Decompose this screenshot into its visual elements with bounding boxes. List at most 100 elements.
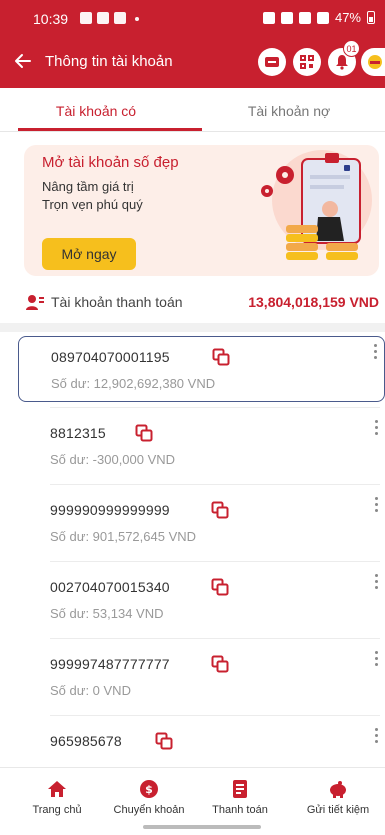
account-row[interactable]: 999990999999999 Số dư: 901,572,645 VND bbox=[18, 490, 385, 556]
account-balance: Số dư: 12,902,692,380 VND bbox=[51, 376, 216, 391]
account-number: 8812315 bbox=[50, 425, 106, 441]
wifi-icon bbox=[298, 11, 311, 24]
account-balance: Số dư: -300,000 VND bbox=[50, 452, 176, 467]
back-arrow-icon[interactable] bbox=[12, 50, 34, 72]
promo-banner[interactable]: Mở tài khoản số đẹp Nâng tầm giá trị Trọ… bbox=[24, 145, 379, 276]
account-balance: Số dư: 901,572,645 VND bbox=[50, 529, 197, 544]
transfer-icon: $ bbox=[140, 780, 158, 798]
mute-icon bbox=[280, 11, 293, 24]
row-divider bbox=[50, 638, 380, 639]
open-now-button[interactable]: Mở ngay bbox=[42, 238, 136, 270]
account-number: 965985678 bbox=[50, 733, 122, 749]
row-divider bbox=[50, 561, 380, 562]
copy-icon[interactable] bbox=[212, 348, 230, 366]
kebab-dot bbox=[374, 420, 378, 423]
promo-line-1: Nâng tầm giá trị bbox=[42, 179, 134, 194]
kebab-dot bbox=[374, 503, 378, 506]
status-time: 10:39 bbox=[33, 11, 69, 27]
account-number: 999990999999999 bbox=[50, 502, 170, 518]
more-options-icon[interactable] bbox=[371, 571, 381, 597]
app-bar: Thông tin tài khoản 01 bbox=[0, 40, 385, 84]
payment-account-icon bbox=[26, 295, 44, 310]
qr-code-icon bbox=[300, 55, 314, 69]
nav-transfer-label: Chuyển khoản bbox=[113, 804, 185, 816]
kebab-dot bbox=[374, 734, 378, 737]
signal-icon bbox=[316, 11, 329, 24]
copy-icon[interactable] bbox=[211, 655, 229, 673]
more-notifications-icon bbox=[135, 17, 139, 21]
kebab-dot bbox=[374, 586, 378, 589]
account-row[interactable]: 002704070015340 Số dư: 53,134 VND bbox=[18, 567, 385, 633]
account-type-tabs: Tài khoản có Tài khoản nợ bbox=[0, 88, 385, 132]
qr-code-button[interactable] bbox=[293, 48, 321, 76]
copy-icon[interactable] bbox=[135, 424, 153, 442]
more-options-icon[interactable] bbox=[371, 417, 381, 443]
account-row[interactable]: 8812315 Số dư: -300,000 VND bbox=[18, 413, 385, 479]
copy-icon[interactable] bbox=[155, 732, 173, 750]
nav-home[interactable]: Trang chủ bbox=[12, 774, 102, 816]
account-row[interactable]: 089704070001195 Số dư: 12,902,692,380 VND bbox=[18, 336, 385, 402]
status-notification-icons bbox=[80, 12, 139, 24]
section-separator bbox=[0, 323, 385, 332]
payment-account-summary: Tài khoản thanh toán 13,804,018,159 VND bbox=[0, 285, 385, 321]
scan-button[interactable] bbox=[258, 48, 286, 76]
tab-credit-accounts[interactable]: Tài khoản có bbox=[0, 88, 192, 132]
tab-debit-accounts[interactable]: Tài khoản nợ bbox=[193, 88, 385, 132]
status-bar: 10:39 47% bbox=[0, 0, 385, 36]
more-options-icon[interactable] bbox=[371, 725, 381, 751]
row-divider bbox=[50, 715, 380, 716]
gallery-notification-icon bbox=[97, 12, 109, 24]
kebab-dot bbox=[374, 663, 378, 666]
battery-icon bbox=[367, 11, 375, 24]
more-options-icon[interactable] bbox=[371, 648, 381, 674]
nav-home-label: Trang chủ bbox=[32, 804, 82, 816]
bill-icon bbox=[233, 780, 247, 798]
kebab-dot bbox=[373, 356, 377, 359]
more-options-icon[interactable] bbox=[370, 341, 380, 367]
system-home-indicator[interactable] bbox=[143, 825, 261, 829]
promo-line-2: Trọn vẹn phú quý bbox=[42, 197, 143, 212]
active-tab-indicator bbox=[18, 128, 202, 131]
notification-count-badge: 01 bbox=[343, 40, 360, 57]
nav-savings-label: Gửi tiết kiệm bbox=[306, 804, 370, 816]
account-balance: Số dư: 0 VND bbox=[50, 683, 131, 698]
kebab-dot bbox=[373, 350, 377, 353]
kebab-dot bbox=[374, 728, 378, 731]
nav-payment[interactable]: Thanh toán bbox=[195, 774, 285, 816]
scan-icon bbox=[265, 57, 279, 67]
svg-text:$: $ bbox=[145, 783, 153, 796]
promo-illustration bbox=[261, 150, 372, 260]
app-notification-icon bbox=[80, 12, 92, 24]
account-number: 002704070015340 bbox=[50, 579, 170, 595]
payment-account-label: Tài khoản thanh toán bbox=[51, 294, 183, 310]
piggy-bank-icon bbox=[330, 781, 346, 798]
account-row[interactable]: 999997487777777 Số dư: 0 VND bbox=[18, 644, 385, 710]
copy-icon[interactable] bbox=[211, 501, 229, 519]
nav-savings[interactable]: Gửi tiết kiệm bbox=[293, 774, 383, 816]
account-number: 999997487777777 bbox=[50, 656, 170, 672]
row-divider bbox=[50, 484, 380, 485]
kebab-dot bbox=[373, 344, 377, 347]
kebab-dot bbox=[374, 651, 378, 654]
status-system-icons: 47% bbox=[262, 10, 375, 25]
kebab-dot bbox=[374, 574, 378, 577]
row-divider bbox=[50, 407, 380, 408]
kebab-dot bbox=[374, 740, 378, 743]
kebab-dot bbox=[374, 426, 378, 429]
more-options-icon[interactable] bbox=[371, 494, 381, 520]
promo-title: Mở tài khoản số đẹp bbox=[42, 154, 179, 171]
home-icon bbox=[48, 781, 66, 797]
kebab-dot bbox=[374, 509, 378, 512]
page-title: Thông tin tài khoản bbox=[45, 53, 173, 70]
assistant-avatar-icon bbox=[368, 55, 382, 69]
nav-payment-label: Thanh toán bbox=[212, 804, 268, 816]
store-notification-icon bbox=[114, 12, 126, 24]
chat-assistant-button[interactable] bbox=[361, 48, 385, 76]
app-header-area: 10:39 47% Thông tin tài khoản 01 bbox=[0, 0, 385, 88]
alarm-icon bbox=[262, 11, 275, 24]
account-number: 089704070001195 bbox=[51, 349, 170, 365]
nav-transfer[interactable]: $ Chuyển khoản bbox=[104, 774, 194, 816]
copy-icon[interactable] bbox=[211, 578, 229, 596]
payment-total-amount: 13,804,018,159 VND bbox=[248, 294, 379, 310]
kebab-dot bbox=[374, 580, 378, 583]
